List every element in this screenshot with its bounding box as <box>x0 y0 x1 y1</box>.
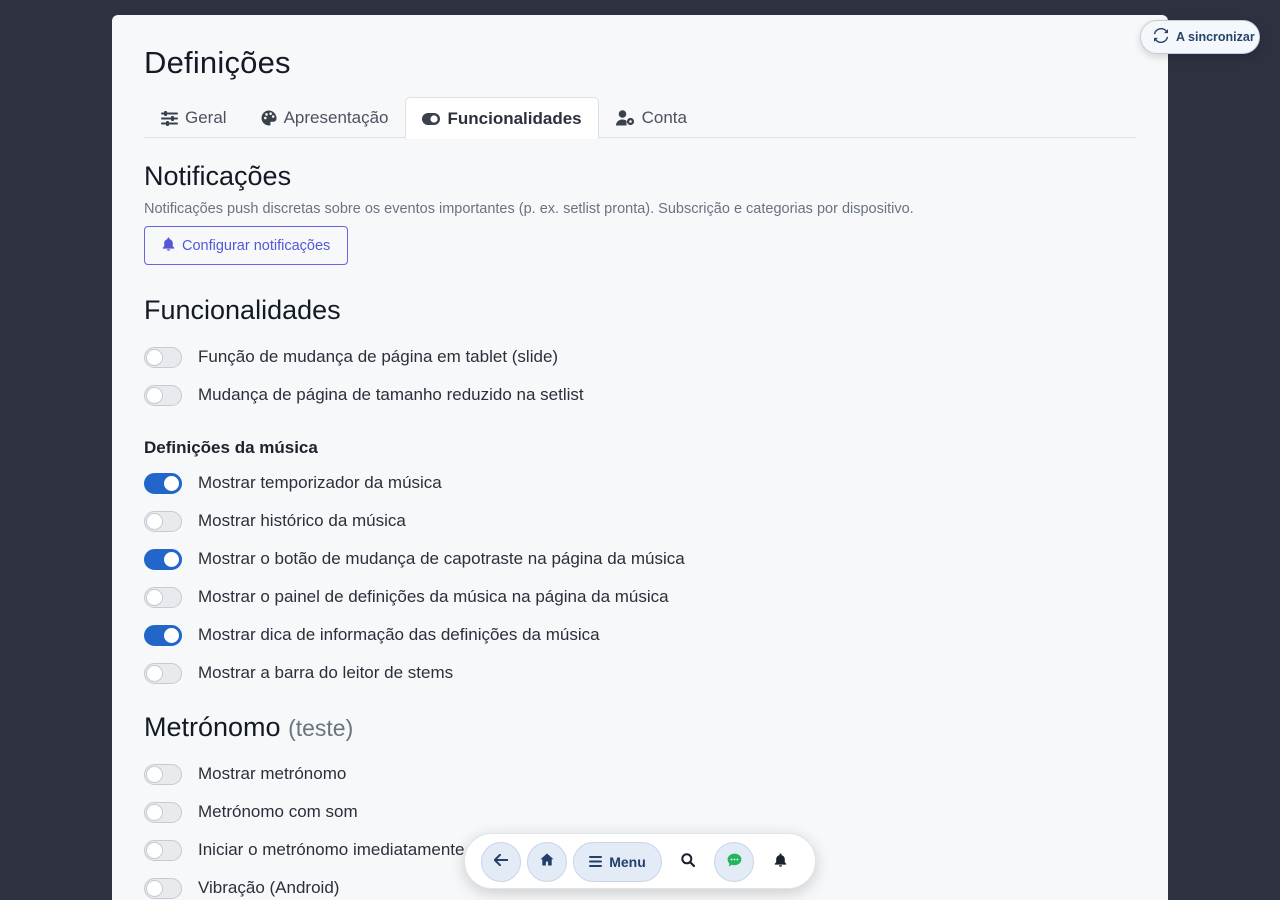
toggle-row: Função de mudança de página em tablet (s… <box>144 338 1136 376</box>
toggle-label: Mostrar o painel de definições da música… <box>198 587 669 606</box>
toggle-label: Metrónomo com som <box>198 802 358 821</box>
toggle-switch[interactable] <box>144 877 182 899</box>
chat-icon <box>727 853 742 872</box>
toggle-knob <box>147 387 162 403</box>
features-title: Funcionalidades <box>144 295 341 325</box>
bell-icon <box>774 853 787 872</box>
back-button[interactable] <box>481 842 521 882</box>
toggle-switch[interactable] <box>144 662 182 684</box>
settings-tabs: Geral Apresentação Funcionalidades Conta <box>144 97 1136 139</box>
notifications-section: Notificações Notificações push discretas… <box>144 161 1136 265</box>
toggle-switch[interactable] <box>144 839 182 861</box>
toggle-switch[interactable] <box>144 586 182 608</box>
toggle-knob <box>147 513 162 529</box>
tab-label: Conta <box>641 108 687 127</box>
home-icon <box>540 853 554 871</box>
toggle-switch[interactable] <box>144 384 182 406</box>
palette-icon <box>261 110 277 126</box>
sync-icon <box>1153 28 1169 46</box>
toggle-knob <box>147 804 162 820</box>
metronome-title-text: Metrónomo <box>144 712 281 742</box>
toggle-knob <box>147 589 162 605</box>
user-gear-icon <box>615 110 635 126</box>
metronome-badge: (teste) <box>288 715 354 741</box>
features-section: Funcionalidades Função de mudança de pág… <box>144 295 1136 692</box>
toggle-label: Iniciar o metrónomo imediatamente <box>198 840 465 859</box>
toggle-row: Mudança de página de tamanho reduzido na… <box>144 376 1136 414</box>
toggle-icon <box>422 112 441 125</box>
search-button[interactable] <box>668 842 708 882</box>
sync-status-button[interactable]: A sincronizar <box>1140 20 1260 54</box>
notifications-button[interactable] <box>760 842 800 882</box>
toggle-switch[interactable] <box>144 346 182 368</box>
tab-label: Apresentação <box>283 108 389 127</box>
tab-conta[interactable]: Conta <box>599 97 704 138</box>
sliders-icon <box>161 110 178 126</box>
toggle-row: Mostrar o painel de definições da música… <box>144 578 1136 616</box>
toggle-row: Mostrar o botão de mudança de capotraste… <box>144 540 1136 578</box>
toggle-row: Mostrar a barra do leitor de stems <box>144 654 1136 692</box>
home-button[interactable] <box>527 842 567 882</box>
toggle-knob <box>147 665 162 681</box>
bottom-navigation: Menu <box>464 833 816 889</box>
toggle-row: Mostrar metrónomo <box>144 755 1136 793</box>
toggle-switch[interactable] <box>144 548 182 570</box>
tab-apresentacao[interactable]: Apresentação <box>244 97 406 138</box>
chat-button[interactable] <box>714 842 754 882</box>
back-arrow-icon <box>493 853 509 871</box>
tab-geral[interactable]: Geral <box>144 97 244 138</box>
toggle-switch[interactable] <box>144 624 182 646</box>
toggle-switch[interactable] <box>144 510 182 532</box>
toggle-row: Mostrar histórico da música <box>144 502 1136 540</box>
toggle-switch[interactable] <box>144 472 182 494</box>
configure-notifications-button[interactable]: Configurar notificações <box>144 226 349 265</box>
toggle-knob <box>147 880 162 896</box>
tab-funcionalidades[interactable]: Funcionalidades <box>405 97 599 139</box>
toggle-label: Mostrar dica de informação das definiçõe… <box>198 625 600 644</box>
button-label: Configurar notificações <box>182 237 331 254</box>
menu-label: Menu <box>609 854 646 870</box>
search-icon <box>681 852 696 872</box>
toggle-row: Mostrar dica de informação das definiçõe… <box>144 616 1136 654</box>
features-toggles: Função de mudança de página em tablet (s… <box>144 338 1136 414</box>
menu-icon <box>589 854 603 870</box>
toggle-label: Mostrar a barra do leitor de stems <box>198 663 454 682</box>
toggle-label: Mostrar metrónomo <box>198 764 347 783</box>
toggle-switch[interactable] <box>144 763 182 785</box>
notifications-description: Notificações push discretas sobre os eve… <box>144 201 914 217</box>
bell-icon <box>162 237 175 255</box>
toggle-knob <box>164 475 179 491</box>
toggle-label: Mostrar histórico da música <box>198 511 406 530</box>
toggle-label: Função de mudança de página em tablet (s… <box>198 347 559 366</box>
toggle-label: Vibração (Android) <box>198 878 340 897</box>
settings-card: Definições Geral Apresentação Funcionali… <box>112 15 1168 900</box>
sync-label: A sincronizar <box>1176 30 1255 44</box>
metronome-title: Metrónomo (teste) <box>144 712 1136 743</box>
menu-button[interactable]: Menu <box>573 842 662 882</box>
page-title: Definições <box>144 45 291 80</box>
notifications-title: Notificações <box>144 161 292 191</box>
toggle-row: Mostrar temporizador da música <box>144 464 1136 502</box>
song-settings-title: Definições da música <box>144 438 318 457</box>
tab-label: Geral <box>185 108 227 127</box>
toggle-knob <box>147 842 162 858</box>
toggle-switch[interactable] <box>144 801 182 823</box>
toggle-label: Mostrar o botão de mudança de capotraste… <box>198 549 685 568</box>
toggle-knob <box>164 627 179 643</box>
tab-label: Funcionalidades <box>447 108 582 128</box>
toggle-label: Mudança de página de tamanho reduzido na… <box>198 385 584 404</box>
toggle-knob <box>164 551 179 567</box>
toggle-label: Mostrar temporizador da música <box>198 473 442 492</box>
toggle-row: Metrónomo com som <box>144 793 1136 831</box>
song-settings-toggles: Mostrar temporizador da música Mostrar h… <box>144 464 1136 692</box>
toggle-knob <box>147 766 162 782</box>
toggle-knob <box>147 349 162 365</box>
